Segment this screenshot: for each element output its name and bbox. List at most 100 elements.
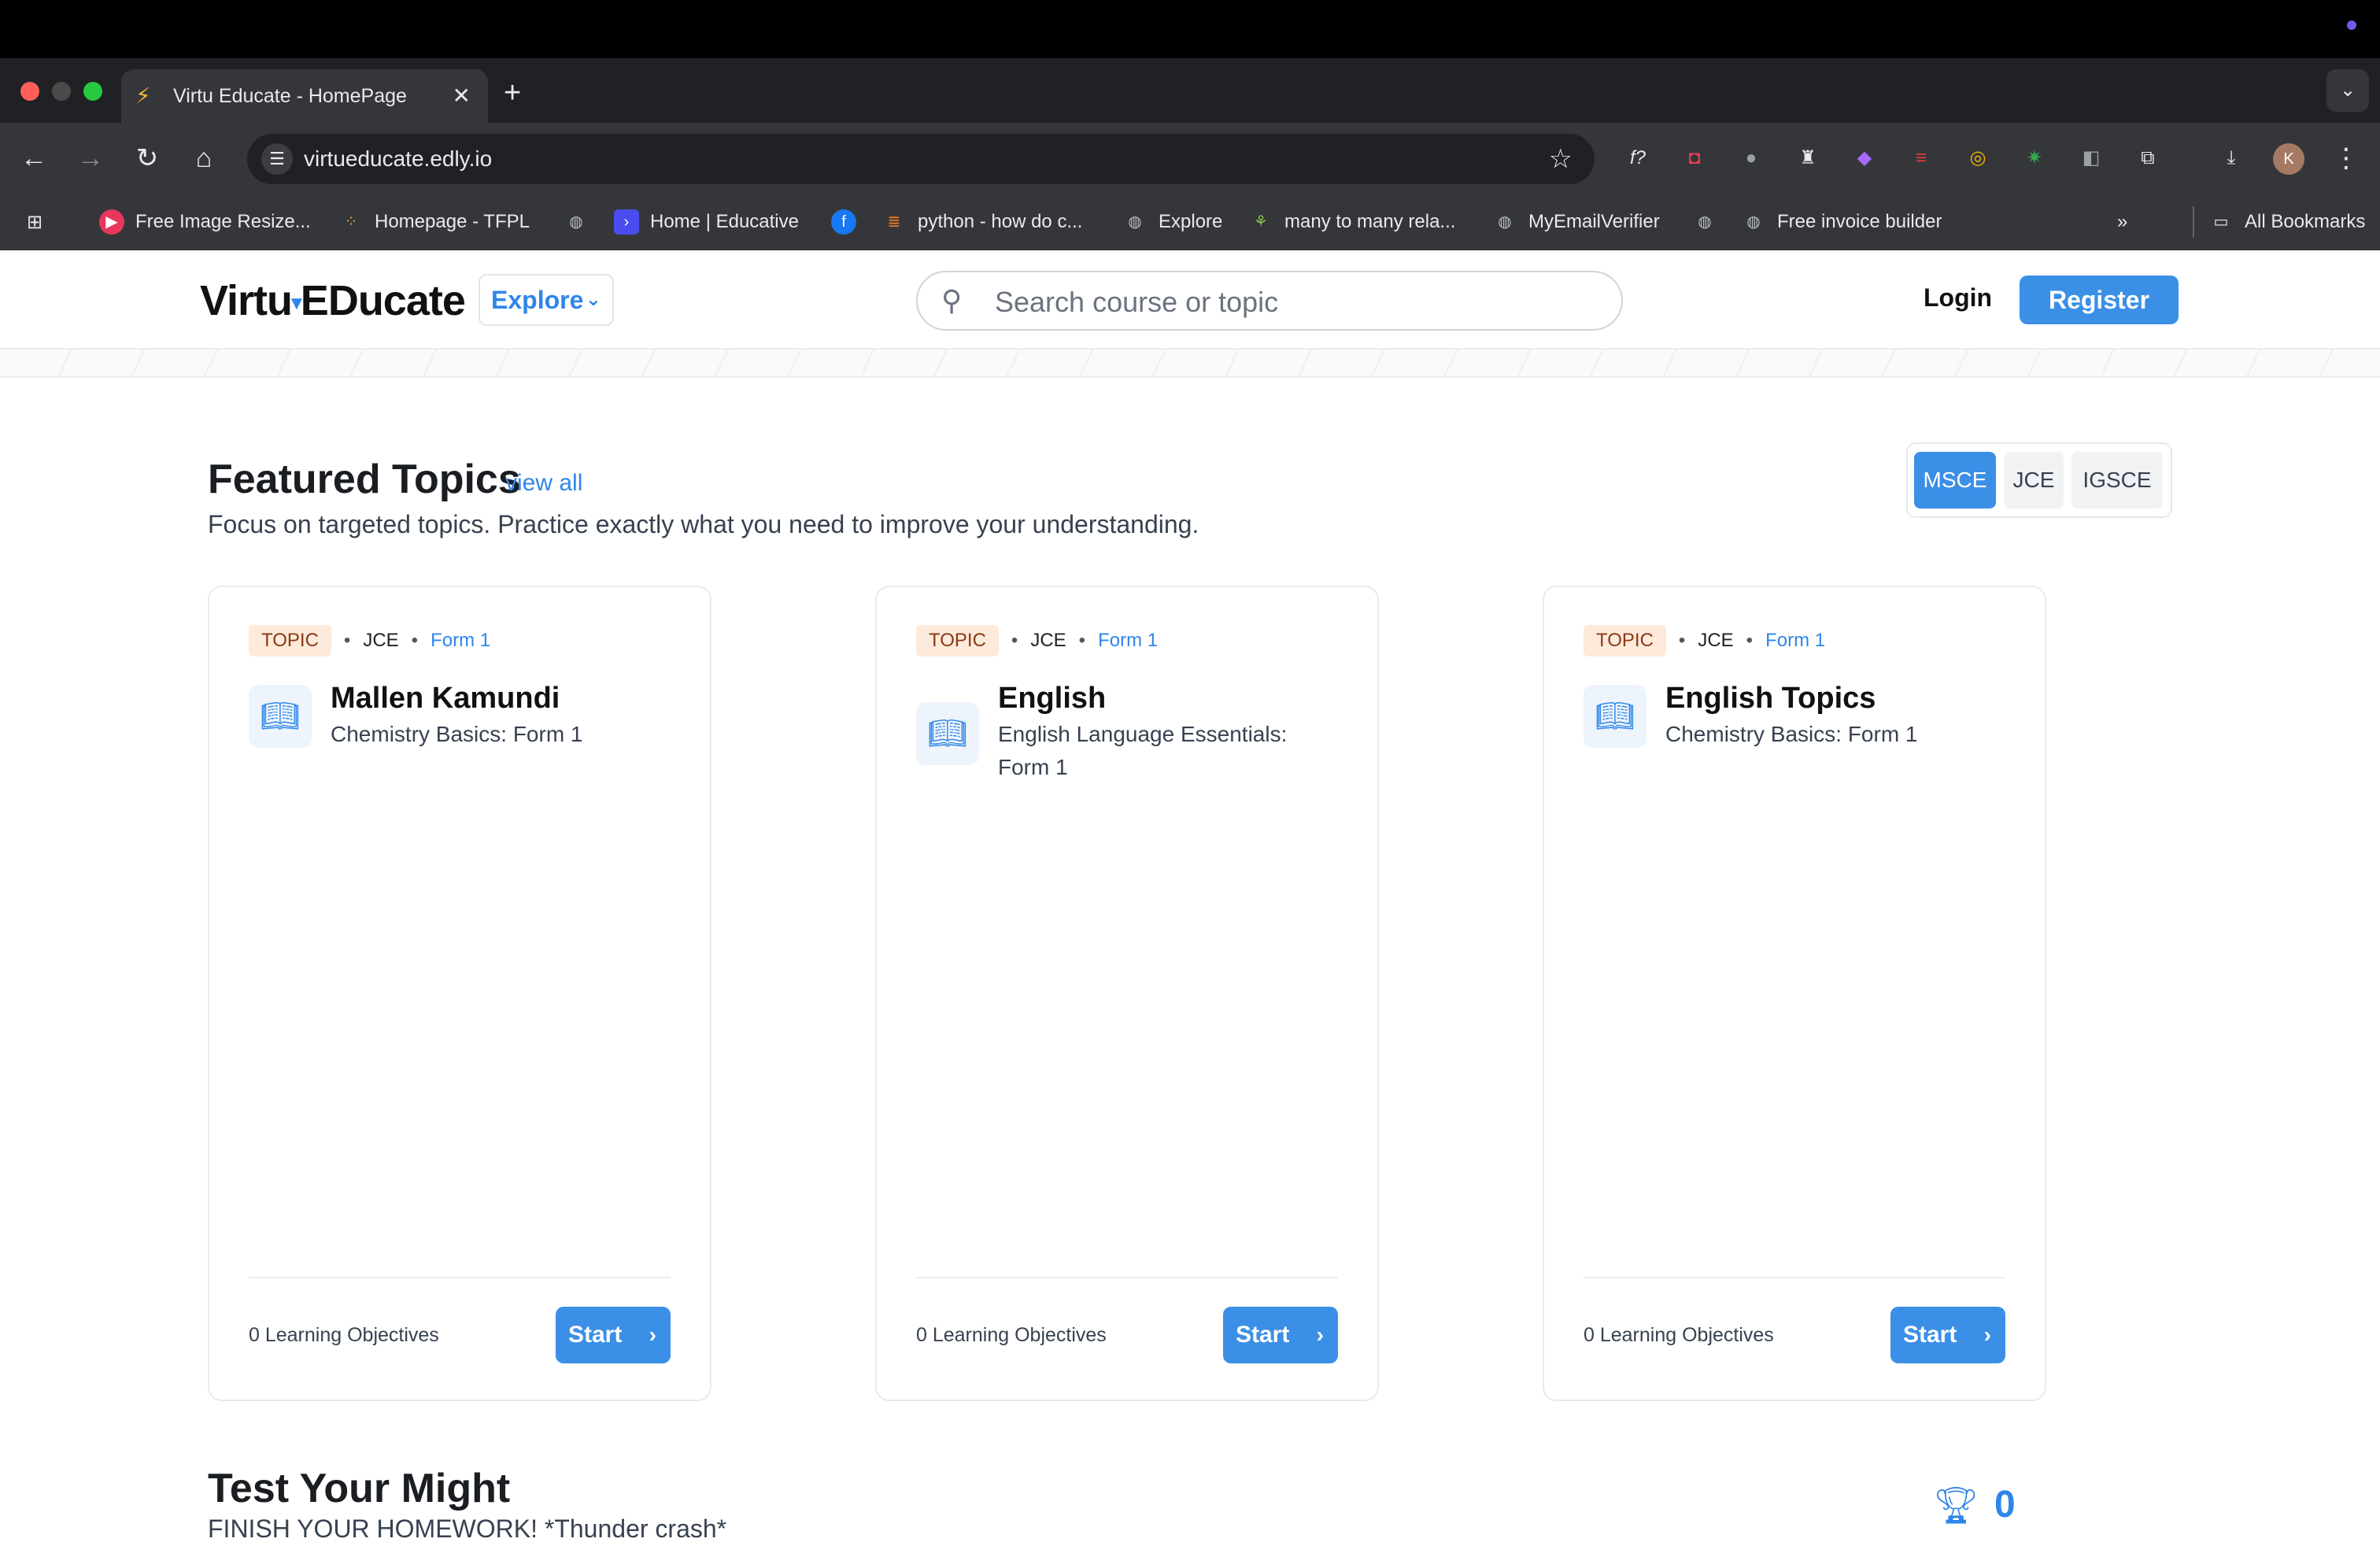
card-meta: TOPIC • JCE • Form 1 bbox=[249, 625, 490, 656]
browser-menu-icon[interactable]: ⋮ bbox=[2333, 140, 2360, 176]
card-level: JCE bbox=[363, 630, 399, 651]
close-window-button[interactable] bbox=[20, 82, 39, 101]
open-book-icon: 📖︎ bbox=[249, 685, 312, 748]
featured-topics-title: Featured Topics bbox=[208, 457, 521, 502]
card-meta: TOPIC • JCE • Form 1 bbox=[1584, 625, 1825, 656]
stackoverflow-icon: ≣ bbox=[887, 213, 901, 231]
card-divider bbox=[916, 1277, 1338, 1278]
bookmark-item[interactable]: f bbox=[831, 206, 867, 238]
more-bookmarks-icon[interactable]: » bbox=[2117, 206, 2127, 238]
educative-icon: › bbox=[614, 209, 639, 235]
stack-extension-icon[interactable]: ≡ bbox=[1906, 143, 1936, 173]
red-play-icon: ▶ bbox=[99, 209, 124, 235]
start-button[interactable]: Start › bbox=[1890, 1307, 2005, 1363]
bookmark-item[interactable]: ◍ bbox=[564, 206, 600, 238]
extensions-puzzle-icon[interactable]: ⧉ bbox=[2133, 143, 2163, 173]
topic-card[interactable]: TOPIC • JCE • Form 1 📖︎ English English … bbox=[875, 586, 1379, 1401]
chevron-down-icon: ⌄ bbox=[585, 289, 601, 310]
reload-button[interactable]: ↻ bbox=[129, 140, 165, 176]
card-divider bbox=[1584, 1277, 2005, 1278]
url-text[interactable]: virtueducate.edly.io bbox=[304, 146, 492, 172]
site-info-icon[interactable]: ☰ bbox=[261, 143, 293, 175]
macos-menubar bbox=[0, 0, 2380, 58]
all-bookmarks[interactable]: ▭ All Bookmarks bbox=[2193, 206, 2365, 238]
chevron-right-icon: › bbox=[649, 1322, 656, 1347]
bookmark-item[interactable]: › Home | Educative bbox=[614, 206, 799, 238]
card-title[interactable]: English Topics bbox=[1665, 680, 1876, 716]
trophy-icon: 🏆︎ bbox=[1933, 1485, 1979, 1526]
tab-search-button[interactable]: ⌄ bbox=[2326, 69, 2369, 112]
globe-icon: ◍ bbox=[569, 213, 583, 231]
exam-tab-igsce[interactable]: IGSCE bbox=[2071, 452, 2163, 509]
back-button[interactable]: ← bbox=[16, 140, 52, 176]
card-form-link[interactable]: Form 1 bbox=[431, 625, 490, 656]
card-form-link[interactable]: Form 1 bbox=[1098, 625, 1158, 656]
card-subtitle: Chemistry Basics: Form 1 bbox=[331, 722, 583, 746]
topic-badge: TOPIC bbox=[1584, 625, 1666, 656]
view-all-link[interactable]: view all bbox=[505, 468, 582, 499]
bookmarks-bar: ⊞ ▶ Free Image Resize... ⁘ Homepage - TFPL… bbox=[0, 194, 2380, 250]
explore-dropdown[interactable]: Explore ⌄ bbox=[479, 274, 614, 326]
open-book-icon: 📖︎ bbox=[1584, 685, 1646, 748]
bookmark-star-icon[interactable]: ☆ bbox=[1549, 143, 1572, 175]
card-title[interactable]: Mallen Kamundi bbox=[331, 680, 560, 716]
bookmark-item[interactable]: ◍ Explore bbox=[1122, 206, 1222, 238]
bookmark-item[interactable]: ⁘ Homepage - TFPL bbox=[338, 206, 530, 238]
fx-extension-icon[interactable]: f? bbox=[1623, 143, 1653, 173]
learning-objectives-count: 0 Learning Objectives bbox=[1584, 1324, 1774, 1346]
color-ring-extension-icon[interactable]: ◎ bbox=[1963, 143, 1993, 173]
exam-tab-jce[interactable]: JCE bbox=[2004, 452, 2064, 509]
start-button[interactable]: Start › bbox=[556, 1307, 671, 1363]
topic-card[interactable]: TOPIC • JCE • Form 1 📖︎ English Topics C… bbox=[1543, 586, 2046, 1401]
card-title[interactable]: English bbox=[998, 680, 1106, 716]
pocket-extension-icon[interactable]: ◘ bbox=[1680, 143, 1709, 173]
bookmark-item[interactable]: ◍ bbox=[1692, 206, 1728, 238]
profile-avatar[interactable]: K bbox=[2273, 143, 2304, 175]
browser-tab-active[interactable]: ⚡ Virtu Educate - HomePage ✕ bbox=[121, 69, 488, 123]
globe-icon: ◍ bbox=[1698, 213, 1712, 231]
globe-icon: ◍ bbox=[1128, 213, 1142, 231]
tab-title: Virtu Educate - HomePage bbox=[173, 85, 407, 107]
search-placeholder: Search course or topic bbox=[995, 286, 1279, 318]
exam-tab-msce[interactable]: MSCE bbox=[1914, 452, 1996, 509]
apps-grid-icon[interactable]: ⊞ bbox=[27, 206, 42, 238]
head-extension-icon[interactable]: ● bbox=[1736, 143, 1766, 173]
login-link[interactable]: Login bbox=[1924, 282, 1992, 313]
register-button[interactable]: Register bbox=[2020, 276, 2179, 324]
purple-extension-icon[interactable]: ◆ bbox=[1850, 143, 1879, 173]
bookmark-item[interactable]: ◍ MyEmailVerifier bbox=[1492, 206, 1659, 238]
bookmark-item[interactable]: ◍ Free invoice builder bbox=[1741, 206, 1942, 238]
forward-button[interactable]: → bbox=[72, 140, 109, 176]
bookmark-item[interactable]: ⚘ many to many rela... bbox=[1248, 206, 1455, 238]
minimize-window-button[interactable] bbox=[52, 82, 71, 101]
topic-badge: TOPIC bbox=[916, 625, 999, 656]
card-form-link[interactable]: Form 1 bbox=[1765, 625, 1825, 656]
address-bar[interactable]: ☰ virtueducate.edly.io ☆ bbox=[247, 134, 1595, 184]
close-tab-icon[interactable]: ✕ bbox=[453, 83, 471, 109]
topic-badge: TOPIC bbox=[249, 625, 331, 656]
home-button[interactable]: ⌂ bbox=[186, 140, 222, 176]
leaf-icon: ⚘ bbox=[1254, 213, 1268, 231]
test-your-might-subtitle: FINISH YOUR HOMEWORK! *Thunder crash* bbox=[208, 1515, 727, 1543]
site-logo[interactable]: Virtu▼EDucate bbox=[200, 277, 466, 327]
tooth-extension-icon[interactable]: ♜ bbox=[1793, 143, 1823, 173]
pinwheel-extension-icon[interactable]: ✷ bbox=[2020, 143, 2049, 173]
bookmark-item[interactable]: ≣ python - how do c... bbox=[881, 206, 1083, 238]
status-dot-icon bbox=[2347, 20, 2356, 30]
search-input[interactable]: ⚲ Search course or topic bbox=[916, 271, 1623, 331]
score-value: 0 bbox=[1994, 1484, 2016, 1526]
maximize-window-button[interactable] bbox=[83, 82, 102, 101]
new-tab-button[interactable]: + bbox=[504, 77, 521, 109]
open-book-icon: 📖︎ bbox=[916, 702, 979, 765]
card-divider bbox=[249, 1277, 671, 1278]
downloads-icon[interactable]: ⤓ bbox=[2216, 143, 2246, 173]
learning-objectives-count: 0 Learning Objectives bbox=[916, 1324, 1107, 1346]
window-extension-icon[interactable]: ◧ bbox=[2076, 143, 2106, 173]
card-level: JCE bbox=[1030, 630, 1066, 651]
topic-card[interactable]: TOPIC • JCE • Form 1 📖︎ Mallen Kamundi C… bbox=[208, 586, 711, 1401]
facebook-icon: f bbox=[831, 209, 856, 235]
start-button[interactable]: Start › bbox=[1223, 1307, 1338, 1363]
bookmark-item[interactable]: ▶ Free Image Resize... bbox=[99, 206, 311, 238]
browser-toolbar: ← → ↻ ⌂ ☰ virtueducate.edly.io ☆ f? ◘ ● … bbox=[0, 123, 2380, 194]
card-meta: TOPIC • JCE • Form 1 bbox=[916, 625, 1158, 656]
